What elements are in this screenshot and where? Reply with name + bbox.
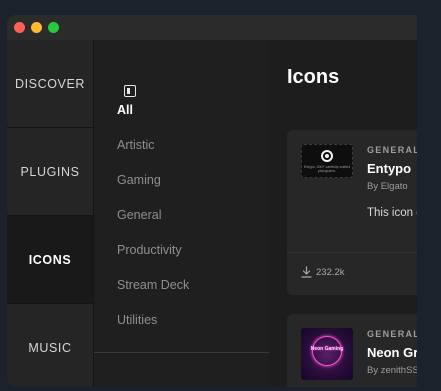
entypo-logo-icon [321,150,333,162]
category-productivity[interactable]: Productivity [117,243,182,257]
icon-pack-thumbnail: Entypo, 400+ carefully crafted pictogram… [301,144,353,178]
divider [287,252,417,253]
nav-item-label: DISCOVER [14,76,86,91]
nav-item-label: MUSIC [28,340,72,355]
thumbnail-caption: Neon Gaming [310,346,344,352]
card-title: Entypo [367,161,412,176]
title-bar [7,15,417,40]
nav-item-label: PLUGINS [20,164,80,179]
sidebar-toggle-icon[interactable] [124,85,136,97]
category-artistic[interactable]: Artistic [117,138,155,152]
download-icon [301,266,312,278]
card-category: GENERAL [367,145,417,155]
close-window-button[interactable] [14,22,25,33]
category-all[interactable]: All [117,103,133,117]
maximize-window-button[interactable] [48,22,59,33]
card-author: By Elgato [367,181,408,192]
download-count: 232.2k [316,266,345,278]
nav-item-label: ICONS [28,252,72,267]
divider [94,352,269,353]
minimize-window-button[interactable] [31,22,42,33]
category-gaming[interactable]: Gaming [117,173,161,187]
page-title: Icons [287,66,340,88]
icon-pack-card[interactable]: Neon Gaming GENERAL Neon Gr By zenithSS [287,314,417,387]
download-button[interactable]: 232.2k [301,266,345,278]
icon-pack-card[interactable]: Entypo, 400+ carefully crafted pictogram… [287,130,417,295]
card-title: Neon Gr [367,345,417,360]
app-window: DISCOVER PLUGINS ICONS MUSIC All Artisti… [7,15,417,387]
nav-item-discover[interactable]: DISCOVER [7,40,93,128]
category-stream-deck[interactable]: Stream Deck [117,278,189,292]
card-author: By zenithSS [367,365,417,376]
nav-item-music[interactable]: MUSIC [7,304,93,387]
category-utilities[interactable]: Utilities [117,313,157,327]
category-sidebar: All Artistic Gaming General Productivity… [93,40,270,387]
category-general[interactable]: General [117,208,161,222]
nav-item-plugins[interactable]: PLUGINS [7,128,93,216]
primary-nav: DISCOVER PLUGINS ICONS MUSIC [7,40,93,387]
main-content: Icons Entypo, 400+ carefully crafted pic… [269,40,417,387]
nav-item-icons[interactable]: ICONS [7,216,93,304]
card-category: GENERAL [367,329,417,339]
card-description: This icon carefully [367,207,417,219]
thumbnail-caption: Entypo, 400+ carefully crafted pictogram… [303,165,351,173]
icon-pack-thumbnail: Neon Gaming [301,328,353,380]
